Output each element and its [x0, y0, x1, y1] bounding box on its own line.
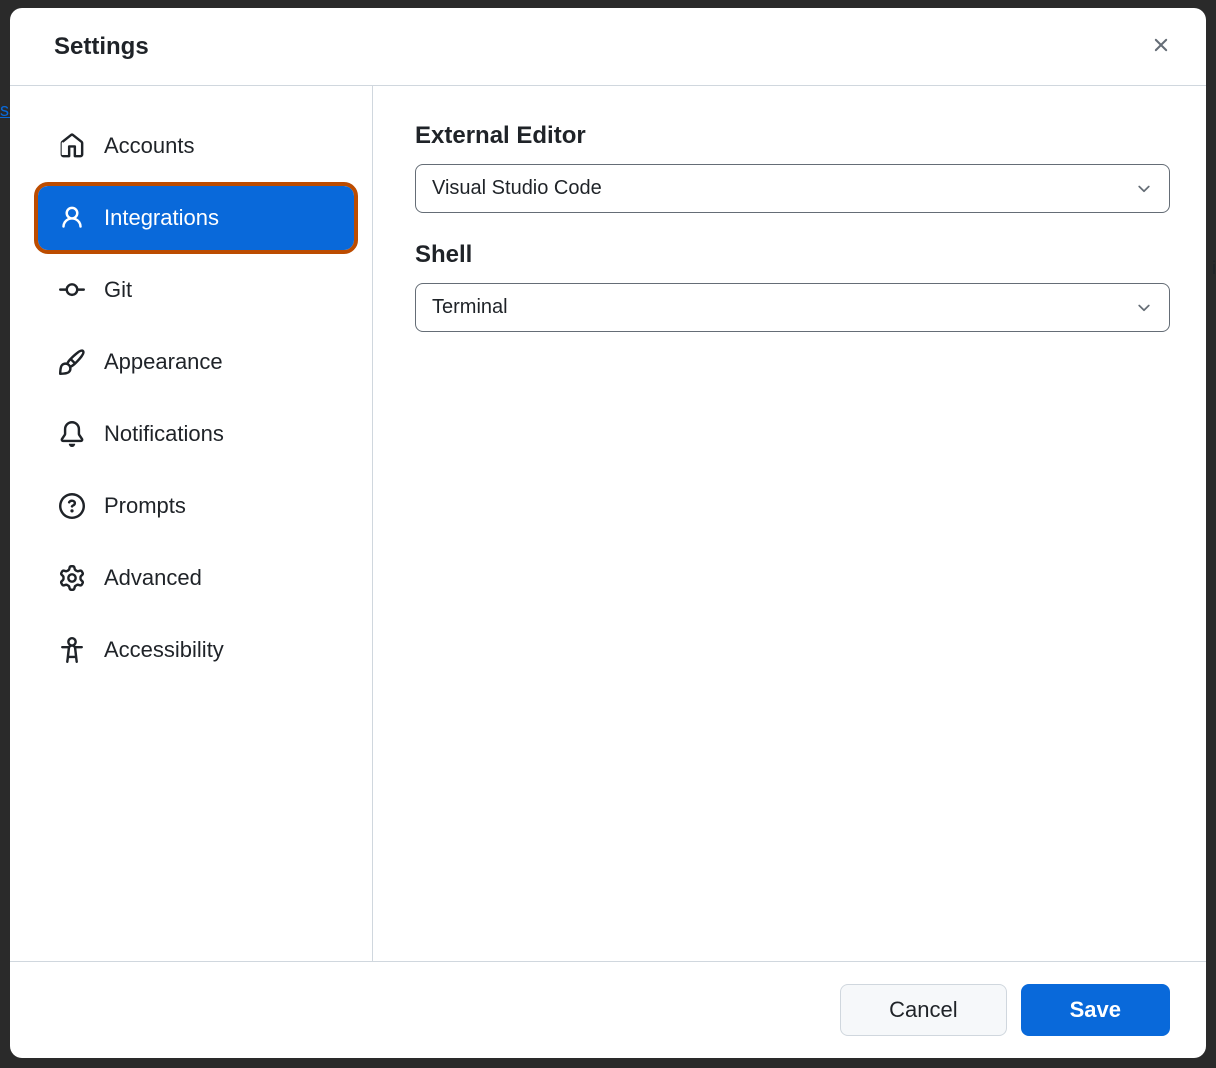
sidebar-item-prompts[interactable]: Prompts	[38, 474, 354, 538]
sidebar-item-accessibility[interactable]: Accessibility	[38, 618, 354, 682]
sidebar-item-advanced[interactable]: Advanced	[38, 546, 354, 610]
external-editor-value: Visual Studio Code	[432, 177, 602, 200]
shell-label: Shell	[415, 241, 1170, 269]
sidebar-item-label: Integrations	[104, 205, 219, 231]
sidebar-item-appearance[interactable]: Appearance	[38, 330, 354, 394]
external-editor-group: External Editor Visual Studio Code	[415, 122, 1170, 213]
save-button[interactable]: Save	[1021, 984, 1170, 1036]
modal-header: Settings	[10, 8, 1206, 86]
paintbrush-icon	[58, 348, 86, 376]
sidebar-item-git[interactable]: Git	[38, 258, 354, 322]
external-editor-label: External Editor	[415, 122, 1170, 150]
accessibility-icon	[58, 636, 86, 664]
sidebar-item-label: Notifications	[104, 421, 224, 447]
sidebar-item-label: Appearance	[104, 349, 223, 375]
cancel-button[interactable]: Cancel	[840, 984, 1006, 1036]
sidebar-item-label: Accessibility	[104, 637, 224, 663]
settings-sidebar: Accounts Integrations Git Appearance	[10, 86, 373, 961]
person-icon	[58, 204, 86, 232]
sidebar-item-label: Accounts	[104, 133, 195, 159]
modal-body: Accounts Integrations Git Appearance	[10, 86, 1206, 961]
bell-icon	[58, 420, 86, 448]
chevron-down-icon	[1135, 299, 1153, 317]
sidebar-item-accounts[interactable]: Accounts	[38, 114, 354, 178]
background-text-fragment: i	[1212, 258, 1216, 279]
external-editor-select[interactable]: Visual Studio Code	[415, 164, 1170, 213]
close-icon	[1150, 34, 1172, 59]
settings-content: External Editor Visual Studio Code Shell…	[373, 86, 1206, 961]
sidebar-item-label: Prompts	[104, 493, 186, 519]
git-commit-icon	[58, 276, 86, 304]
shell-select[interactable]: Terminal	[415, 283, 1170, 332]
settings-modal: Settings Accounts Integrations	[10, 8, 1206, 1058]
question-icon	[58, 492, 86, 520]
gear-icon	[58, 564, 86, 592]
sidebar-item-label: Advanced	[104, 565, 202, 591]
sidebar-item-integrations[interactable]: Integrations	[38, 186, 354, 250]
close-button[interactable]	[1144, 28, 1178, 65]
sidebar-item-notifications[interactable]: Notifications	[38, 402, 354, 466]
shell-group: Shell Terminal	[415, 241, 1170, 332]
shell-value: Terminal	[432, 296, 508, 319]
chevron-down-icon	[1135, 180, 1153, 198]
sidebar-item-label: Git	[104, 277, 132, 303]
modal-footer: Cancel Save	[10, 961, 1206, 1058]
modal-title: Settings	[54, 33, 149, 61]
home-icon	[58, 132, 86, 160]
